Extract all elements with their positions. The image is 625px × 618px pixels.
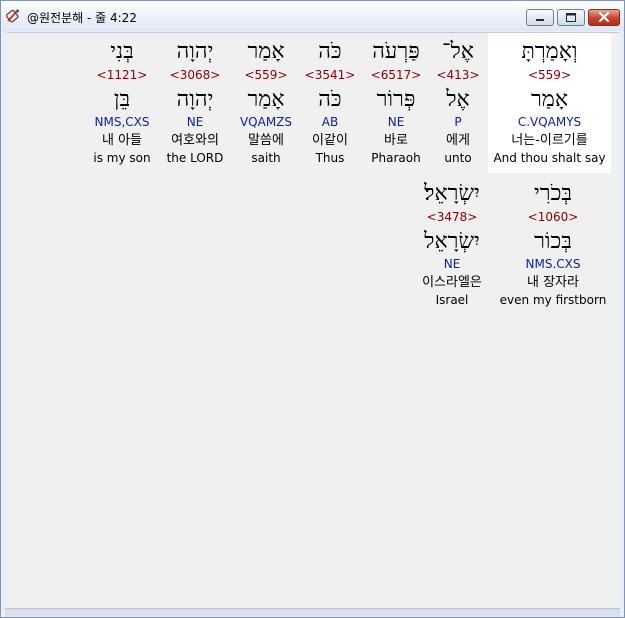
strong-number[interactable]: <1121> xyxy=(89,68,155,82)
korean-gloss: 내 장자라 xyxy=(527,275,579,290)
english-gloss: Pharaoh xyxy=(371,151,421,165)
status-bar xyxy=(5,608,620,617)
hebrew-word: אֶל־ xyxy=(442,39,474,64)
morphology-code: NMS.CXS xyxy=(525,257,581,271)
strong-number[interactable]: <3478> xyxy=(406,210,498,224)
hebrew-root: אָמַר xyxy=(247,87,285,112)
korean-gloss: 바로 xyxy=(384,133,408,148)
hebrew-word: פַּרְעֹה xyxy=(372,39,420,64)
english-gloss: And thou shalt say xyxy=(493,151,606,165)
korean-gloss: 여호와의 xyxy=(171,133,219,148)
close-icon xyxy=(598,11,610,23)
hebrew-root: יְהוָה xyxy=(176,87,214,112)
hebrew-word: כֹּה xyxy=(318,39,342,64)
english-gloss: saith xyxy=(251,151,281,165)
word-column[interactable]: אָמַר <559> אָמַר VQAMZS 말씀에 saith xyxy=(234,33,298,173)
strong-number[interactable]: <559> xyxy=(234,68,298,82)
strong-number[interactable]: <6517> xyxy=(364,68,428,82)
hebrew-word: יְהוָה xyxy=(176,39,214,64)
strong-number[interactable]: <3541> xyxy=(302,68,358,82)
english-gloss: even my firstborn xyxy=(499,293,607,307)
korean-gloss: 말씀에 xyxy=(248,133,284,148)
hebrew-word: בְּכֹרִי xyxy=(534,181,572,206)
app-icon xyxy=(6,9,20,23)
english-gloss: Thus xyxy=(315,151,345,165)
maximize-button[interactable] xyxy=(557,9,585,26)
title-bar[interactable]: @원전분해 - 줄 4:22 xyxy=(1,1,624,31)
hebrew-word: וְאָמַרְתָּ xyxy=(521,39,578,64)
korean-gloss: 너는-이르기를 xyxy=(511,133,588,148)
word-column[interactable]: כֹּה <3541> כֹּה AB 이같이 Thus xyxy=(302,33,358,173)
morphology-code: NMS,CXS xyxy=(94,115,150,129)
word-column[interactable]: וְאָמַרְתָּ <559> אָמַר C.VQAMYS 너는-이르기를… xyxy=(488,33,611,173)
hebrew-root: כֹּה xyxy=(318,87,342,112)
minimize-button[interactable] xyxy=(526,9,554,26)
close-button[interactable] xyxy=(588,9,620,26)
english-gloss: is my son xyxy=(93,151,151,165)
korean-gloss: 이같이 xyxy=(312,133,348,148)
hebrew-word: יִשְׂרָאֵל׃ xyxy=(424,181,480,206)
hebrew-word: בְּנִי xyxy=(110,39,134,64)
english-gloss: Israel xyxy=(435,293,469,307)
hebrew-root: פְּרוֹר xyxy=(376,87,416,112)
morphology-code: NE xyxy=(186,115,204,129)
word-column[interactable]: יְהוָה <3068> יְהוָה NE 여호와의 the LORD xyxy=(162,33,228,173)
morphology-code: P xyxy=(454,115,462,129)
hebrew-root: בֵּן xyxy=(113,87,131,112)
morphology-code: VQAMZS xyxy=(239,115,293,129)
verse-analysis-panel: וְאָמַרְתָּ <559> אָמַר C.VQAMYS 너는-이르기를… xyxy=(7,32,619,608)
app-window: @원전분해 - 줄 4:22 וְאָמַרְתָּ <559> אָמַר C… xyxy=(0,0,625,618)
word-column[interactable]: בְּנִי <1121> בֵּן NMS,CXS 내 아들 is my so… xyxy=(89,33,155,173)
strong-number[interactable]: <413> xyxy=(432,68,484,82)
korean-gloss: 이스라엘은 xyxy=(422,275,482,290)
hebrew-word: אָמַר xyxy=(247,39,285,64)
morphology-code: AB xyxy=(321,115,339,129)
word-column[interactable]: בְּכֹרִי <1060> בְּכוֹר NMS.CXS 내 장자라 ev… xyxy=(496,175,610,315)
english-gloss: the LORD xyxy=(166,151,224,165)
hebrew-root: יִשְׂרָאֵל xyxy=(424,229,480,254)
hebrew-root: אָמַר xyxy=(530,87,569,112)
morphology-code: NE xyxy=(443,257,461,271)
word-column[interactable]: יִשְׂרָאֵל׃ <3478> יִשְׂרָאֵל NE 이스라엘은 I… xyxy=(406,175,498,315)
strong-number[interactable]: <1060> xyxy=(496,210,610,224)
window-title: @원전분해 - 줄 4:22 xyxy=(27,11,137,25)
maximize-icon xyxy=(566,13,576,22)
hebrew-root: בְּכוֹר xyxy=(534,229,572,254)
korean-gloss: 에게 xyxy=(446,133,470,148)
strong-number[interactable]: <559> xyxy=(488,68,611,82)
korean-gloss: 내 아들 xyxy=(101,133,142,148)
morphology-code: NE xyxy=(387,115,405,129)
strong-number[interactable]: <3068> xyxy=(162,68,228,82)
english-gloss: unto xyxy=(444,151,472,165)
minimize-icon xyxy=(536,19,544,21)
word-column[interactable]: אֶל־ <413> אֶל P 에게 unto xyxy=(432,33,484,173)
word-column[interactable]: פַּרְעֹה <6517> פְּרוֹר NE 바로 Pharaoh xyxy=(364,33,428,173)
hebrew-root: אֶל xyxy=(446,87,470,112)
morphology-code: C.VQAMYS xyxy=(517,115,582,129)
